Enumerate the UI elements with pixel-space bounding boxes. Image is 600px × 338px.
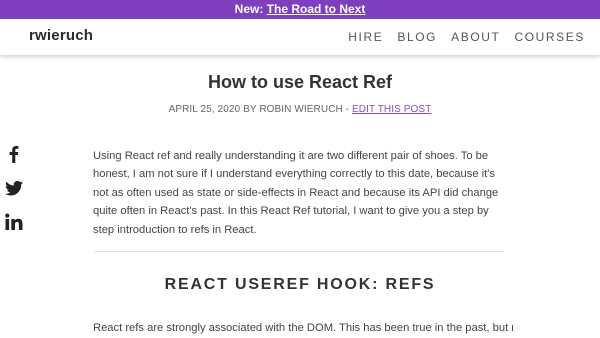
linkedin-icon[interactable] <box>4 212 24 232</box>
section-heading: REACT USEREF HOOK: REFS <box>164 276 436 293</box>
article-intro: Using React ref and really understanding… <box>93 150 499 236</box>
section-divider <box>94 251 504 252</box>
top-navbar: rwieruch HIRE BLOG ABOUT COURSES <box>0 19 600 55</box>
meta-date-author: APRIL 25, 2020 BY ROBIN WIERUCH <box>168 104 343 115</box>
section-paragraph: React refs are strongly associated with … <box>93 322 513 334</box>
announcement-bar: New: The Road to Next <box>0 0 600 19</box>
announcement-link[interactable]: The Road to Next <box>267 2 366 16</box>
site-logo[interactable]: rwieruch <box>29 27 93 44</box>
nav-courses[interactable]: COURSES <box>514 30 585 44</box>
main-nav: HIRE BLOG ABOUT COURSES <box>348 30 585 44</box>
nav-blog[interactable]: BLOG <box>397 30 437 44</box>
twitter-icon[interactable] <box>4 178 24 198</box>
edit-post-link[interactable]: EDIT THIS POST <box>352 104 431 115</box>
announcement-prefix: New: <box>234 2 264 16</box>
social-share <box>4 144 26 246</box>
article-meta: APRIL 25, 2020 BY ROBIN WIERUCH - EDIT T… <box>0 104 600 115</box>
nav-hire[interactable]: HIRE <box>348 30 383 44</box>
nav-about[interactable]: ABOUT <box>451 30 500 44</box>
facebook-icon[interactable] <box>4 144 24 164</box>
article-title: How to use React Ref <box>207 72 393 92</box>
meta-separator: - <box>342 104 353 115</box>
